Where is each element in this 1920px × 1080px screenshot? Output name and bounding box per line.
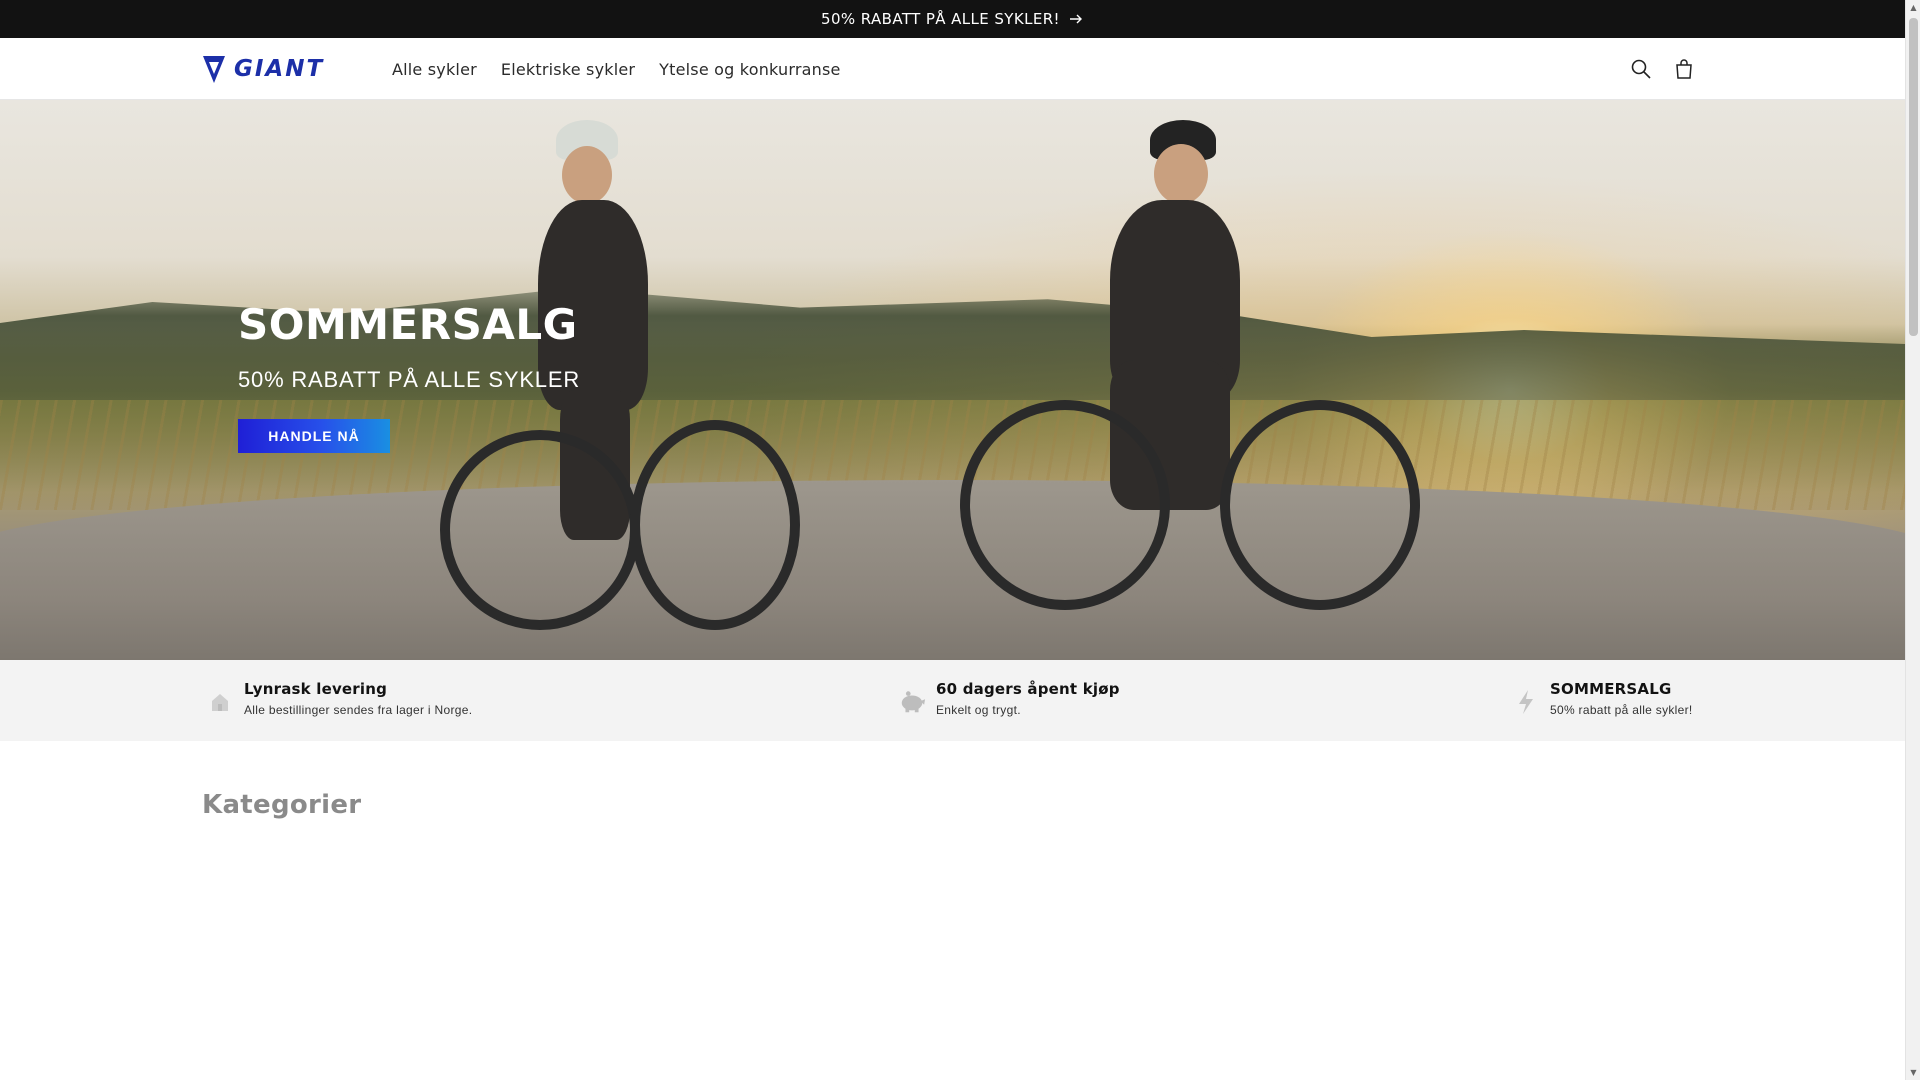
giant-logo[interactable]: GIANT (202, 54, 352, 84)
search-icon (1631, 59, 1651, 79)
feature-text: Enkelt og trygt. (936, 703, 1021, 717)
hero-content: SOMMERSALG 50% RABATT PÅ ALLE SYKLER HAN… (238, 300, 738, 453)
shop-now-button[interactable]: HANDLE NÅ (238, 419, 390, 453)
feature-title: 60 dagers åpent kjøp (936, 680, 1120, 698)
announcement-bar[interactable]: 50% RABATT PÅ ALLE SYKLER! (0, 0, 1905, 38)
nav-item-elektriske-sykler[interactable]: Elektriske sykler (489, 60, 647, 79)
nav-item-alle-sykler[interactable]: Alle sykler (380, 60, 489, 79)
scroll-down-arrow-icon[interactable]: ▼ (1909, 1068, 1918, 1077)
hero-subtitle: 50% RABATT PÅ ALLE SYKLER (238, 367, 581, 392)
logo-wordmark: GIANT (234, 56, 325, 82)
giant-logo-mark-icon (203, 56, 225, 83)
feature-item: 60 dagers åpent kjøp Enkelt og trygt. (898, 680, 1120, 717)
search-button[interactable] (1627, 55, 1655, 83)
hero-road (0, 480, 1905, 660)
nav-item-ytelse-og-konkurranse[interactable]: Ytelse og konkurranse (647, 60, 852, 79)
cart-button[interactable] (1670, 55, 1698, 83)
feature-title: SOMMERSALG (1550, 680, 1672, 698)
scroll-up-arrow-icon[interactable]: ▲ (1909, 3, 1918, 12)
page: 50% RABATT PÅ ALLE SYKLER! GIANT Alle sy… (0, 0, 1905, 1080)
scrollbar-thumb[interactable] (1909, 18, 1918, 336)
feature-text: 50% rabatt på alle sykler! (1550, 703, 1693, 717)
hero-banner[interactable]: SOMMERSALG 50% RABATT PÅ ALLE SYKLER HAN… (0, 100, 1905, 660)
features-strip: Lynrask levering Alle bestillinger sende… (0, 660, 1905, 741)
hero-rider-right (960, 100, 1420, 640)
hero-title: SOMMERSALG (238, 300, 578, 349)
main-nav: Alle sykler Elektriske sykler Ytelse og … (380, 38, 853, 100)
feature-text: Alle bestillinger sendes fra lager i Nor… (244, 703, 473, 717)
cart-icon (1676, 59, 1692, 79)
feature-title: Lynrask levering (244, 680, 388, 698)
house-icon (206, 688, 234, 716)
vertical-scrollbar[interactable]: ▲ ▼ (1905, 0, 1920, 1080)
categories-heading: Kategorier (202, 790, 362, 820)
piggy-bank-icon (898, 688, 926, 716)
site-header: GIANT Alle sykler Elektriske sykler Ytel… (0, 38, 1905, 100)
arrow-right-icon (1069, 14, 1082, 24)
feature-item: SOMMERSALG 50% rabatt på alle sykler! (1512, 680, 1693, 717)
announcement-text[interactable]: 50% RABATT PÅ ALLE SYKLER! (821, 10, 1060, 28)
lightning-icon (1512, 688, 1540, 716)
feature-item: Lynrask levering Alle bestillinger sende… (206, 680, 472, 717)
